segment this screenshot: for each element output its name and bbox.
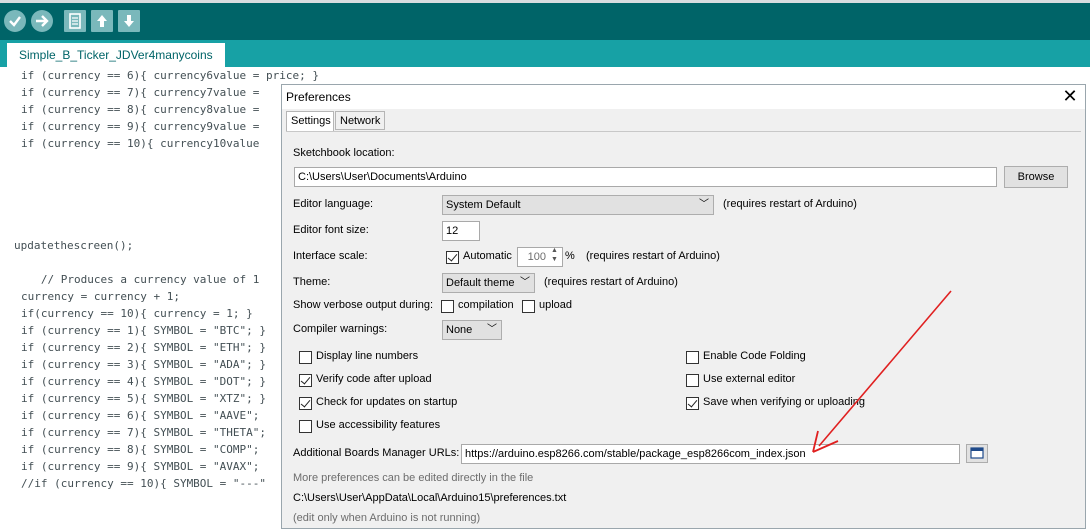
code-line: if (currency == 8){ currency8value = xyxy=(21,103,267,116)
warnings-value: None xyxy=(446,324,473,336)
tab-network[interactable]: Network xyxy=(335,111,385,130)
compilation-label: compilation xyxy=(458,299,514,311)
code-line: currency = currency + 1; xyxy=(21,290,180,303)
upload-label: upload xyxy=(539,299,573,311)
external-editor-checkbox[interactable] xyxy=(686,374,699,387)
code-line: if (currency == 10){ currency10value xyxy=(21,137,267,150)
code-line: if (currency == 2){ SYMBOL = "ETH"; } xyxy=(21,341,267,354)
code-line: if (currency == 3){ SYMBOL = "ADA"; } xyxy=(21,358,267,371)
option-label: Use external editor xyxy=(703,373,796,385)
code-line: // Produces a currency value of 1 xyxy=(21,273,267,286)
option-label: Check for updates on startup xyxy=(316,396,458,408)
dialog-title: Preferences xyxy=(286,90,351,104)
theme-value: Default theme xyxy=(446,277,515,289)
code-line: if (currency == 7){ currency7value = xyxy=(21,86,267,99)
code-line: //if (currency == 10){ SYMBOL = "---" xyxy=(21,477,267,490)
more-prefs-note: More preferences can be edited directly … xyxy=(293,472,534,484)
theme-restart-note: (requires restart of Arduino) xyxy=(544,276,678,288)
code-line: if (currency == 6){ currency6value = pri… xyxy=(21,69,320,82)
sketch-tab-bar: Simple_B_Ticker_JDVer4manycoins xyxy=(0,40,1090,67)
sketchbook-location-input[interactable]: C:\Users\User\Documents\Arduino xyxy=(294,167,997,187)
scale-restart-note: (requires restart of Arduino) xyxy=(586,250,720,262)
boards-url-input[interactable]: https://arduino.esp8266.com/stable/packa… xyxy=(461,444,960,464)
window-list-icon xyxy=(970,447,984,459)
chevron-down-icon: ﹀ xyxy=(487,324,497,335)
code-line: if (currency == 8){ SYMBOL = "COMP"; xyxy=(21,443,260,456)
code-folding-checkbox[interactable] xyxy=(686,351,699,364)
option-label: Save when verifying or uploading xyxy=(703,396,866,408)
code-line: updatethescreen(); xyxy=(14,239,134,252)
check-updates-checkbox[interactable] xyxy=(299,397,312,410)
font-size-input[interactable]: 12 xyxy=(442,221,480,241)
verbose-upload-checkbox[interactable] xyxy=(522,300,535,313)
edit-url-list-button[interactable] xyxy=(966,444,988,463)
code-line: if (currency == 7){ SYMBOL = "THETA"; xyxy=(21,426,267,439)
option-label: Enable Code Folding xyxy=(703,350,806,362)
editor-language-label: Editor language: xyxy=(293,198,374,210)
spinner-arrows-icon[interactable]: ▲ ▼ xyxy=(551,246,558,264)
warnings-select[interactable]: None ﹀ xyxy=(442,320,502,340)
save-sketch-icon[interactable] xyxy=(118,10,140,32)
code-line: if(currency == 10){ currency = 1; } xyxy=(21,307,253,320)
font-size-label: Editor font size: xyxy=(293,224,369,236)
option-label: Verify code after upload xyxy=(316,373,432,385)
upload-arrow-icon[interactable] xyxy=(31,10,53,32)
option-label: Display line numbers xyxy=(316,350,419,362)
theme-select[interactable]: Default theme ﹀ xyxy=(442,273,535,293)
preferences-dialog: Preferences ✕ Settings Network Sketchboo… xyxy=(281,84,1086,529)
tab-settings[interactable]: Settings xyxy=(286,111,334,132)
save-when-verifying-checkbox[interactable] xyxy=(686,397,699,410)
verify-after-upload-checkbox[interactable] xyxy=(299,374,312,387)
browse-button[interactable]: Browse xyxy=(1004,166,1068,188)
prefs-file-path[interactable]: C:\Users\User\AppData\Local\Arduino15\pr… xyxy=(293,492,566,504)
automatic-scale-checkbox[interactable] xyxy=(446,251,459,264)
display-line-numbers-checkbox[interactable] xyxy=(299,351,312,364)
option-label: Use accessibility features xyxy=(316,419,441,431)
language-restart-note: (requires restart of Arduino) xyxy=(723,198,857,210)
theme-label: Theme: xyxy=(293,276,331,288)
warnings-label: Compiler warnings: xyxy=(293,323,388,335)
verbose-compilation-checkbox[interactable] xyxy=(441,300,454,313)
code-line: if (currency == 9){ SYMBOL = "AVAX"; xyxy=(21,460,260,473)
code-line: if (currency == 5){ SYMBOL = "XTZ"; } xyxy=(21,392,267,405)
code-line: if (currency == 1){ SYMBOL = "BTC"; } xyxy=(21,324,267,337)
code-line: if (currency == 4){ SYMBOL = "DOT"; } xyxy=(21,375,267,388)
code-line: if (currency == 6){ SYMBOL = "AAVE"; xyxy=(21,409,260,422)
verify-icon[interactable] xyxy=(4,10,26,32)
chevron-down-icon: ﹀ xyxy=(520,277,530,288)
settings-panel: Sketchbook location: C:\Users\User\Docum… xyxy=(286,131,1081,527)
new-sketch-icon[interactable] xyxy=(64,10,86,32)
automatic-label: Automatic xyxy=(463,250,512,262)
sketchbook-label: Sketchbook location: xyxy=(293,147,395,159)
interface-scale-label: Interface scale: xyxy=(293,250,368,262)
dialog-titlebar[interactable]: Preferences ✕ xyxy=(282,85,1085,109)
editor-language-select[interactable]: System Default ﹀ xyxy=(442,195,714,215)
accessibility-checkbox[interactable] xyxy=(299,420,312,433)
editor-language-value: System Default xyxy=(446,199,521,211)
code-line: if (currency == 9){ currency9value = xyxy=(21,120,267,133)
open-sketch-icon[interactable] xyxy=(91,10,113,32)
close-icon[interactable]: ✕ xyxy=(1061,87,1079,105)
sketch-tab[interactable]: Simple_B_Ticker_JDVer4manycoins xyxy=(7,43,225,67)
chevron-down-icon: ﹀ xyxy=(699,199,709,210)
edit-note: (edit only when Arduino is not running) xyxy=(293,512,481,524)
ide-toolbar xyxy=(0,0,1090,40)
verbose-label: Show verbose output during: xyxy=(293,299,434,311)
boards-url-label: Additional Boards Manager URLs: xyxy=(293,447,460,459)
percent-label: % xyxy=(565,250,575,262)
